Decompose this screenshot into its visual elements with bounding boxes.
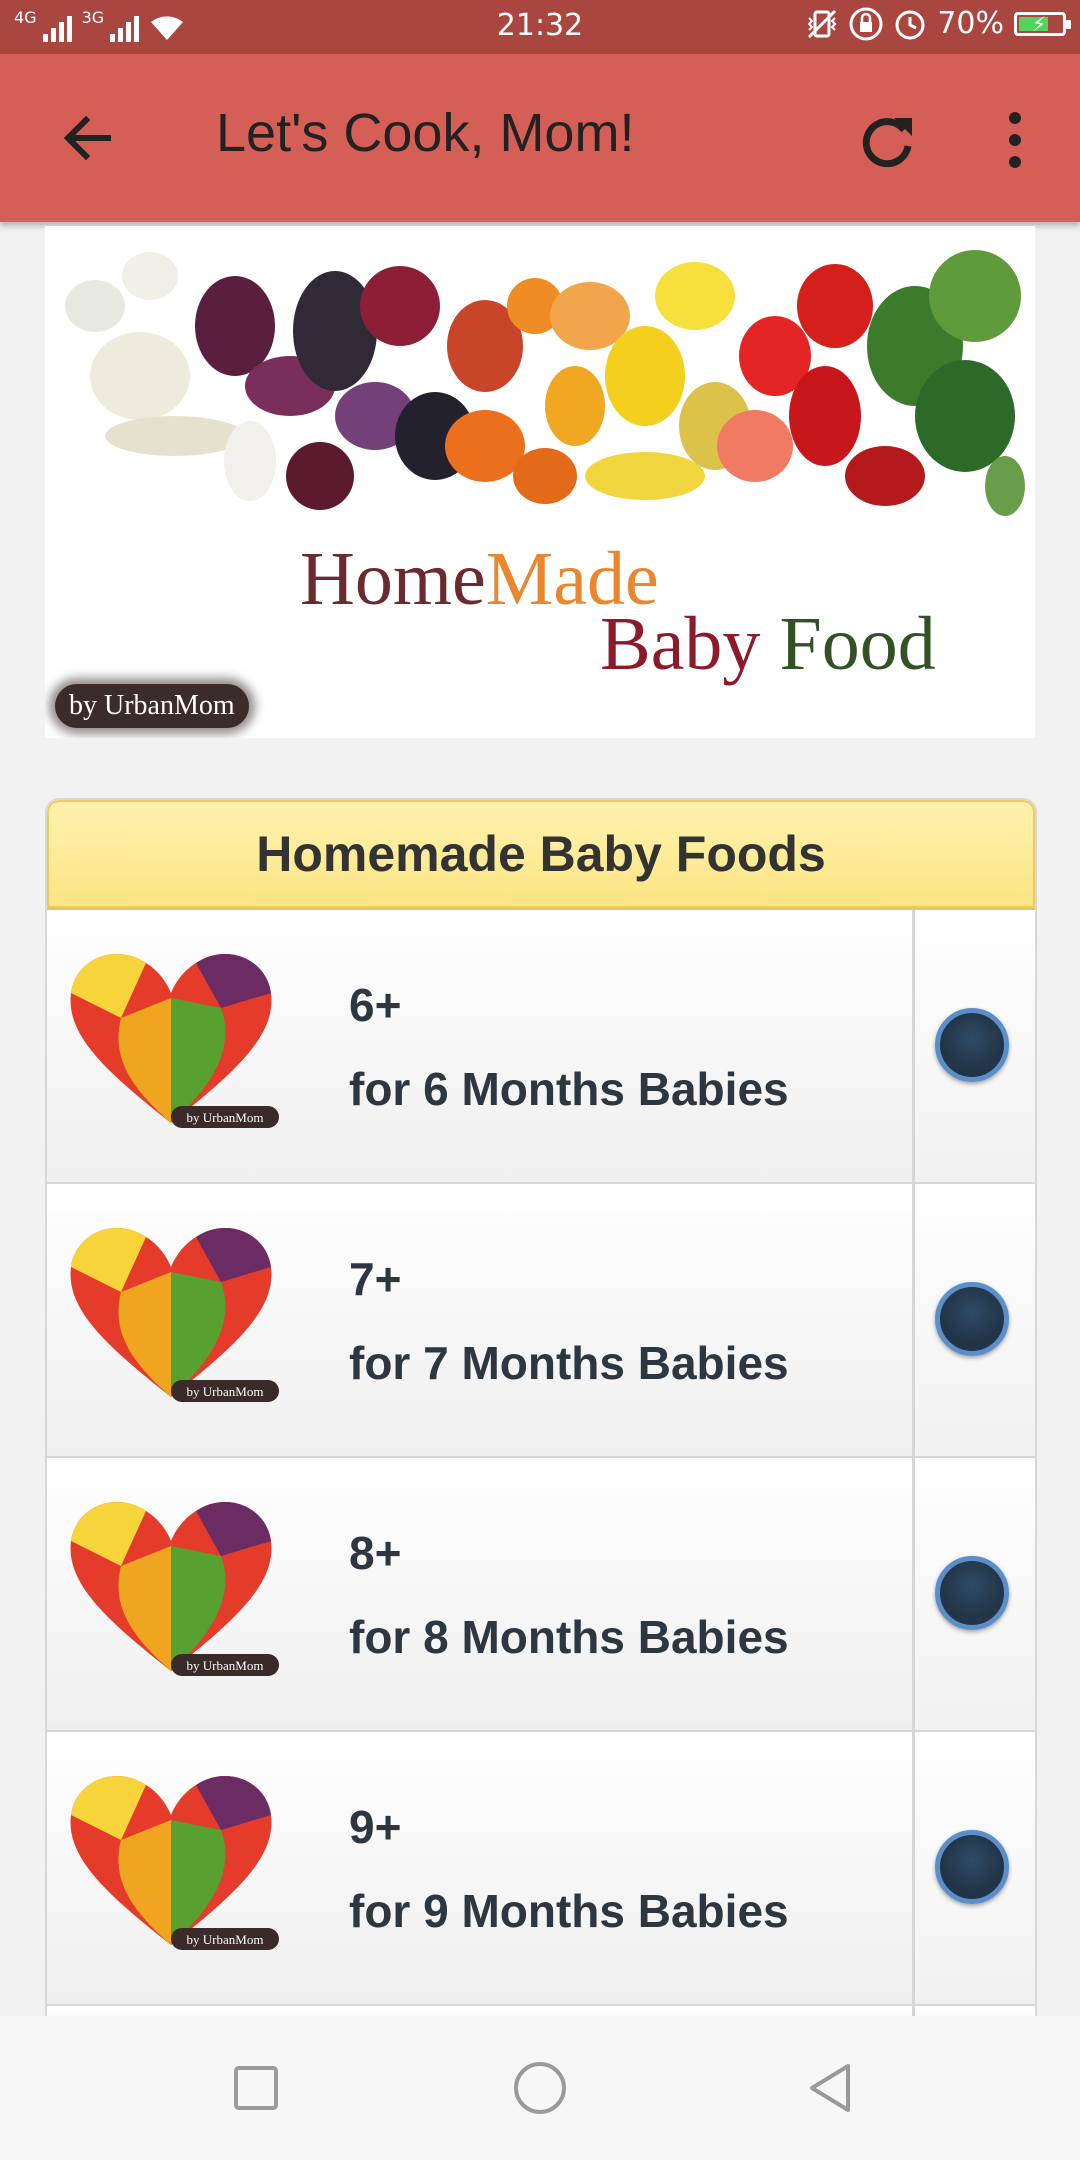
item-label: for 6 Months Babies xyxy=(349,1063,789,1115)
radio-cell xyxy=(912,910,1035,1182)
vibrate-icon xyxy=(807,9,837,38)
banner-word-baby: Baby xyxy=(600,602,761,686)
battery-percent: 70% xyxy=(937,6,1004,41)
refresh-icon[interactable] xyxy=(852,106,922,176)
select-radio-button[interactable] xyxy=(935,1556,1009,1630)
veggie-heart-image: by UrbanMom xyxy=(70,1228,279,1402)
more-vert-icon[interactable] xyxy=(990,106,1040,176)
select-radio-button[interactable] xyxy=(935,1282,1009,1356)
list-header: Homemade Baby Foods xyxy=(47,800,1035,910)
list-item-8-months[interactable]: by UrbanMom 8+ for 8 Months Babies xyxy=(47,1458,1035,1732)
back-arrow-icon[interactable] xyxy=(56,106,120,170)
list-item-6-months[interactable]: by UrbanMom 6+ for 6 Months Babies xyxy=(47,910,1035,1184)
banner-word-home: Home xyxy=(300,537,486,621)
status-right: 70% ⚡ xyxy=(805,6,1071,41)
recents-square-icon[interactable] xyxy=(224,2056,288,2120)
banner-byline: by UrbanMom xyxy=(55,684,249,728)
item-age: 7+ xyxy=(349,1253,402,1305)
app-bar: Let's Cook, Mom! xyxy=(0,54,1080,222)
radio-cell xyxy=(912,1732,1035,2004)
thumb-caption: by UrbanMom xyxy=(187,1384,264,1399)
item-label: for 9 Months Babies xyxy=(349,1885,789,1937)
radio-cell xyxy=(912,1458,1035,1730)
veggie-heart-image: by UrbanMom xyxy=(70,1776,279,1950)
system-nav-bar xyxy=(0,2016,1080,2160)
status-bar: 4G 3G 21:32 70% ⚡ xyxy=(0,0,1080,54)
list-item-7-months[interactable]: by UrbanMom 7+ for 7 Months Babies xyxy=(47,1184,1035,1458)
item-age: 6+ xyxy=(349,979,402,1031)
item-label: for 8 Months Babies xyxy=(349,1611,789,1663)
charging-bolt-icon: ⚡ xyxy=(1032,11,1047,36)
back-triangle-icon[interactable] xyxy=(798,2056,862,2120)
banner-title-line2: Baby Food xyxy=(600,601,936,688)
select-radio-button[interactable] xyxy=(935,1008,1009,1082)
veggie-heart-image: by UrbanMom xyxy=(70,1502,279,1676)
radio-cell xyxy=(912,1184,1035,1456)
item-age: 9+ xyxy=(349,1801,402,1853)
thumb-caption: by UrbanMom xyxy=(187,1110,264,1125)
item-age: 8+ xyxy=(349,1527,402,1579)
app-title: Let's Cook, Mom! xyxy=(216,103,635,163)
baby-food-list: Homemade Baby Foods by UrbanMom 6+ for 6… xyxy=(45,798,1037,2050)
alarm-icon xyxy=(895,10,925,39)
home-circle-icon[interactable] xyxy=(508,2056,572,2120)
lock-icon xyxy=(849,7,883,40)
battery-charging-icon: ⚡ xyxy=(1014,11,1071,36)
list-item-9-months[interactable]: by UrbanMom 9+ for 9 Months Babies xyxy=(47,1732,1035,2006)
item-label: for 7 Months Babies xyxy=(349,1337,789,1389)
select-radio-button[interactable] xyxy=(935,1830,1009,1904)
produce-illustration xyxy=(65,250,1025,516)
thumb-caption: by UrbanMom xyxy=(187,1658,264,1673)
homemade-baby-food-banner: HomeMade Baby Food by UrbanMom xyxy=(45,226,1035,738)
thumb-caption: by UrbanMom xyxy=(187,1932,264,1947)
veggie-heart-image: by UrbanMom xyxy=(70,954,279,1128)
banner-word-food: Food xyxy=(779,602,936,686)
